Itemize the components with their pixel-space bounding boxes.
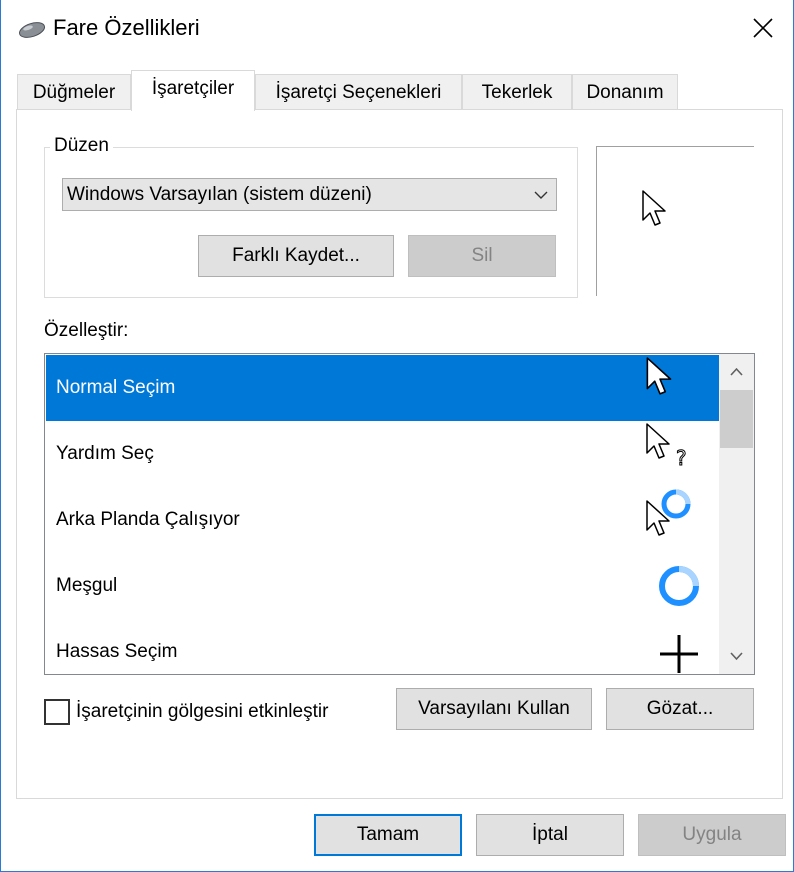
list-item-label: Hassas Seçim (56, 641, 178, 662)
tab-wheel[interactable]: Tekerlek (462, 74, 572, 110)
tab-buttons[interactable]: Düğmeler (17, 74, 131, 110)
mouse-properties-window: Fare Özellikleri Düğmeler İşaretçiler İş… (0, 0, 794, 872)
pointer-shadow-checkbox[interactable] (44, 699, 70, 725)
list-item[interactable]: Hassas Seçim (46, 619, 719, 674)
delete-button[interactable]: Sil (408, 235, 556, 277)
pointer-preview (596, 146, 754, 296)
chevron-down-icon[interactable] (719, 638, 754, 674)
list-item[interactable]: Arka Planda Çalışıyor (46, 487, 719, 553)
tab-pointer-options[interactable]: İşaretçi Seçenekleri (255, 74, 462, 110)
tab-pointers[interactable]: İşaretçiler (131, 70, 255, 111)
list-item-label: Yardım Seç (56, 443, 154, 464)
use-default-button[interactable]: Varsayılanı Kullan (396, 688, 592, 730)
scrollbar-thumb[interactable] (720, 390, 753, 448)
close-icon[interactable] (743, 8, 783, 48)
scheme-legend: Düzen (50, 135, 113, 157)
tab-hardware[interactable]: Donanım (572, 74, 678, 110)
chevron-up-icon[interactable] (719, 354, 754, 390)
list-item-label: Arka Planda Çalışıyor (56, 509, 240, 530)
apply-button[interactable]: Uygula (638, 814, 786, 856)
arrow-cursor-icon (646, 357, 672, 395)
list-item[interactable]: Meşgul (46, 553, 719, 619)
list-item[interactable]: Normal Seçim (46, 355, 719, 421)
mouse-icon (18, 22, 46, 38)
browse-button[interactable]: Gözat... (606, 688, 754, 730)
list-item-label: Normal Seçim (56, 377, 176, 398)
working-background-cursor-icon (646, 489, 691, 536)
list-item[interactable]: Yardım Seç ? (46, 421, 719, 487)
list-item-label: Meşgul (56, 575, 118, 596)
precision-cursor-icon (660, 635, 698, 673)
scheme-dropdown[interactable]: Windows Varsayılan (sistem düzeni) (62, 178, 557, 211)
title-bar: Fare Özellikleri (1, 0, 793, 58)
busy-cursor-icon (659, 566, 699, 606)
arrow-cursor-icon (642, 190, 666, 226)
window-title: Fare Özellikleri (53, 15, 200, 40)
pointer-list[interactable]: Normal Seçim Yardım Seç ? Arka Planda Ça… (44, 353, 755, 675)
list-scrollbar[interactable] (719, 354, 754, 674)
save-as-button[interactable]: Farklı Kaydet... (198, 235, 394, 277)
svg-text:?: ? (676, 446, 687, 469)
help-cursor-icon: ? (646, 423, 687, 469)
customize-label: Özelleştir: (44, 320, 129, 341)
chevron-down-icon (534, 191, 548, 199)
pointer-shadow-label: İşaretçinin gölgesini etkinleştir (76, 701, 329, 722)
scheme-dropdown-value: Windows Varsayılan (sistem düzeni) (67, 184, 372, 205)
ok-button[interactable]: Tamam (314, 814, 462, 856)
cancel-button[interactable]: İptal (476, 814, 624, 856)
